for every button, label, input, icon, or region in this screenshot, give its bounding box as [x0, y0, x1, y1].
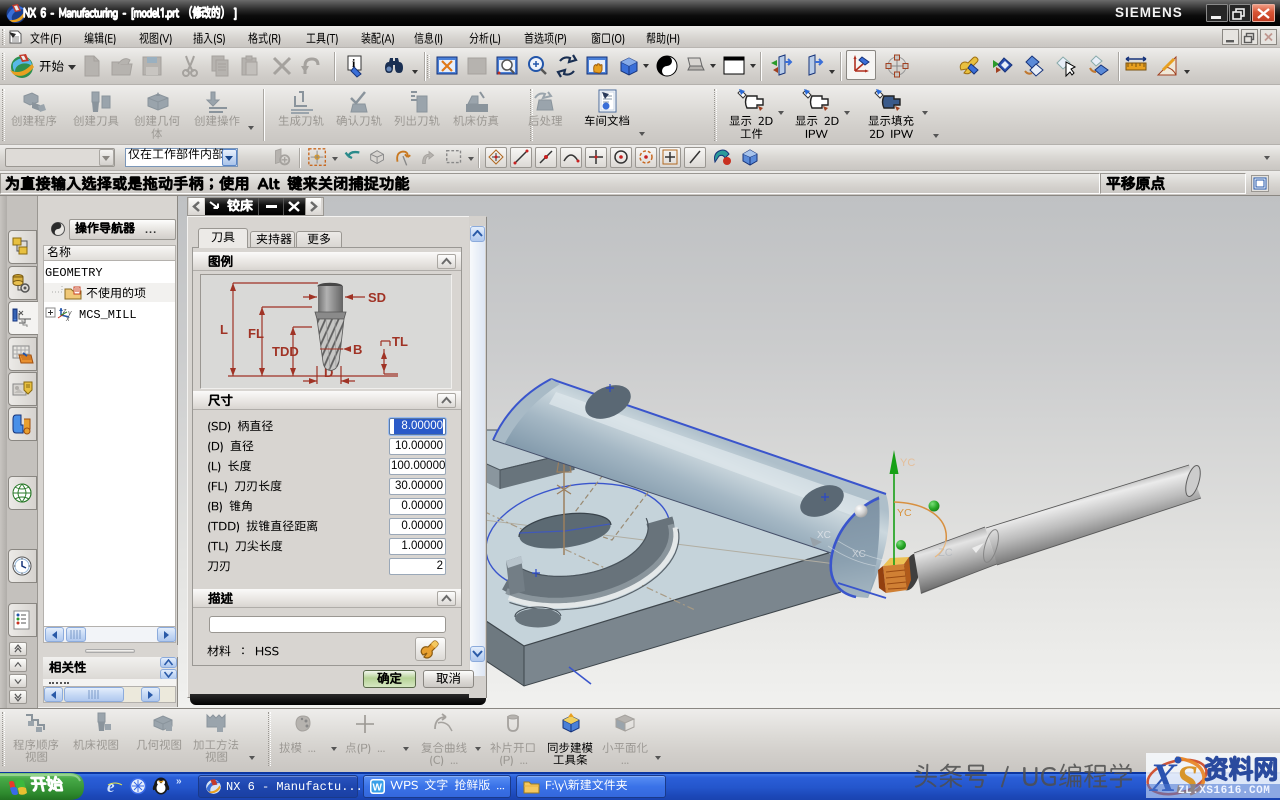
svg-text:x: x [65, 316, 70, 322]
svg-text:YC: YC [900, 457, 915, 469]
svg-text:TL: TL [392, 334, 408, 349]
svg-text:W: W [373, 783, 383, 794]
svg-text:TDD: TDD [272, 344, 299, 359]
svg-text:z: z [62, 308, 67, 315]
svg-text:YC: YC [897, 507, 912, 519]
svg-text:L: L [220, 322, 228, 337]
svg-text:e: e [107, 777, 115, 795]
svg-text:B: B [353, 342, 362, 357]
svg-text:XC: XC [817, 530, 831, 541]
svg-text:FL: FL [248, 326, 264, 341]
svg-text:SD: SD [368, 290, 386, 305]
